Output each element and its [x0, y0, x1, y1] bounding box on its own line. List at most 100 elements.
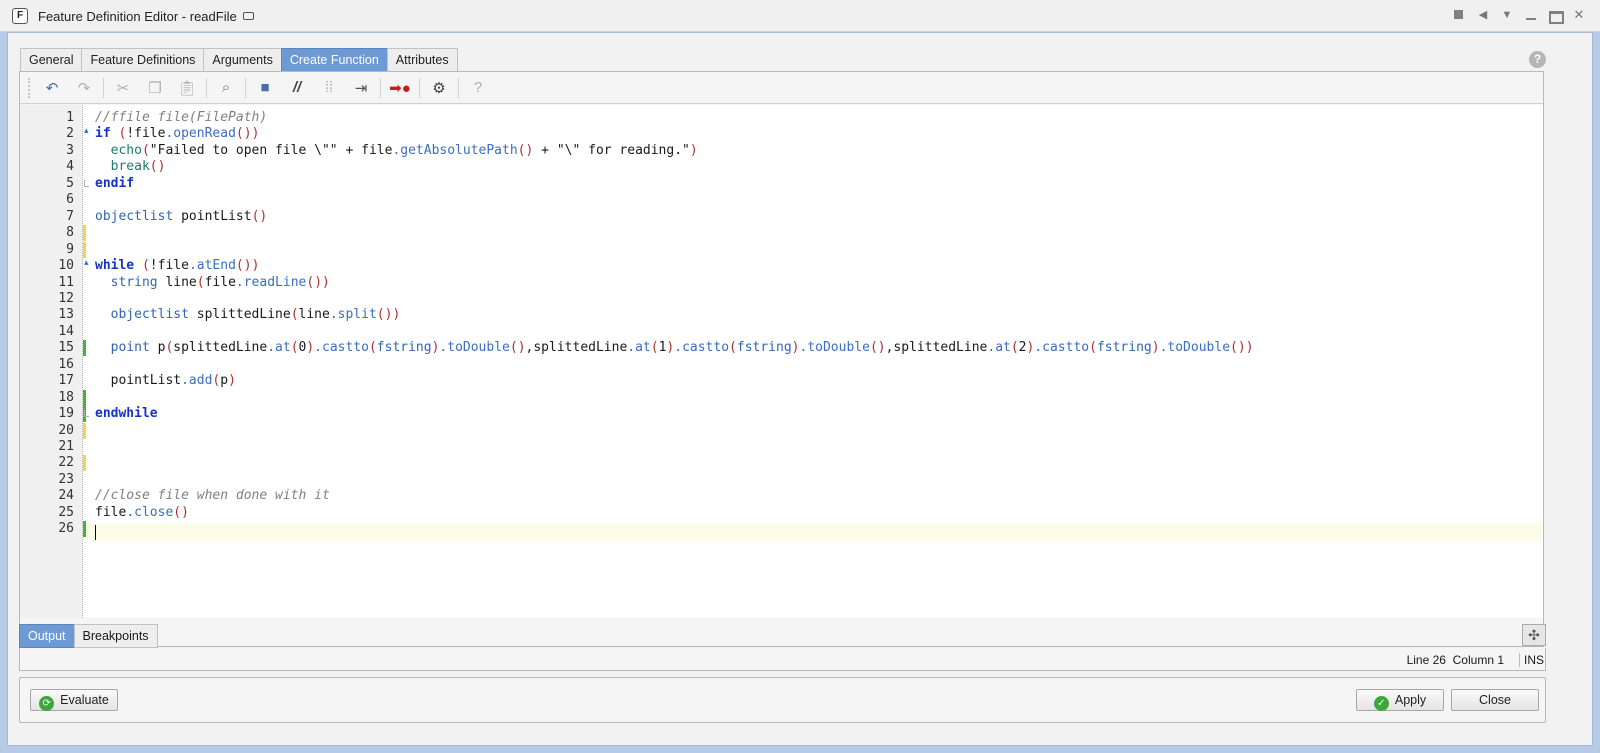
line-number: 21	[58, 439, 74, 454]
tab-arguments[interactable]: Arguments	[203, 48, 282, 72]
code-line[interactable]: point p(splittedLine.at(0).castto(fstrin…	[95, 340, 1254, 356]
toolbar-grip[interactable]	[28, 77, 32, 98]
tab-feature-definitions[interactable]: Feature Definitions	[81, 48, 205, 72]
dropdown-icon[interactable]: ▼	[1500, 8, 1514, 22]
fold-end-marker	[84, 179, 89, 187]
line-number: 7	[66, 208, 74, 224]
line-number: 9	[66, 241, 74, 257]
code-editor[interactable]: 1 2 3 4 5 6 7 8 9 10 11 12 13 14 15 16 17 18 19 20 21 22 23 24 2…	[20, 105, 1543, 618]
code-line[interactable]: objectlist splittedLine(line.split())	[95, 307, 401, 323]
code-line[interactable]: endwhile	[95, 406, 158, 422]
folder-icon[interactable]: ■	[252, 76, 278, 100]
paste-icon[interactable]: 📋︎	[174, 76, 200, 100]
code-line[interactable]: endif	[95, 176, 134, 192]
code-line[interactable]: while (!file.atEnd())	[95, 258, 259, 274]
create-function-panel: ↶ ↷ ✂ ❐ 📋︎ ⌕ ■ // ⁞⁞ ⇥ ➡● ⚙ ? 12 3456789 1	[19, 71, 1544, 647]
apply-button-label: Apply	[1394, 693, 1427, 707]
line-number: 3	[66, 142, 74, 158]
code-line[interactable]: file.close()	[95, 505, 189, 521]
window-title: Feature Definition Editor - readFile	[38, 9, 237, 24]
code-line[interactable]: objectlist pointList()	[95, 209, 267, 225]
fold-toggle-icon[interactable]: ▴	[84, 258, 89, 267]
line-number: 17	[58, 373, 74, 389]
stop-icon[interactable]	[1452, 8, 1466, 22]
line-number: 6	[66, 192, 74, 208]
close-window-button[interactable]	[1572, 8, 1586, 22]
text-caret	[95, 525, 96, 540]
code-line[interactable]: pointList.add(p)	[95, 373, 236, 389]
dialog-footer: ⟳ Evaluate ✓ Apply Close	[19, 677, 1546, 723]
tab-general[interactable]: General	[20, 48, 83, 72]
fold-toggle-icon[interactable]: ▴	[84, 126, 89, 135]
pin-icon[interactable]: ✣	[1522, 624, 1546, 646]
redo-icon[interactable]: ↷	[71, 76, 97, 100]
line-number: 5	[66, 175, 74, 191]
status-column-number: Column 1	[1452, 653, 1504, 667]
editor-window: F Feature Definition Editor - readFile ◀…	[0, 0, 1600, 753]
close-button[interactable]: Close	[1451, 689, 1539, 711]
code-line[interactable]: string line(file.readLine())	[95, 275, 330, 291]
help-icon[interactable]: ?	[465, 76, 491, 100]
saved-line-marker	[83, 340, 86, 357]
toolbar-separator	[458, 77, 459, 98]
status-bar: Line 26 Column 1 INS	[19, 651, 1546, 669]
settings-icon[interactable]: ⚙	[426, 76, 452, 100]
previous-icon[interactable]: ◀	[1476, 8, 1490, 22]
line-number: 10	[58, 258, 74, 274]
line-number: 19	[58, 406, 74, 422]
tab-create-function[interactable]: Create Function	[280, 48, 388, 72]
app-icon: F	[12, 8, 28, 24]
toolbar-separator	[245, 77, 246, 98]
line-number: 26	[58, 521, 74, 537]
apply-button[interactable]: ✓ Apply	[1356, 689, 1444, 711]
fold-column	[82, 105, 83, 618]
help-icon[interactable]: ?	[1529, 51, 1546, 68]
editor-toolbar: ↶ ↷ ✂ ❐ 📋︎ ⌕ ■ // ⁞⁞ ⇥ ➡● ⚙ ?	[20, 72, 1543, 104]
line-number: 8	[66, 225, 74, 241]
tab-breakpoints[interactable]: Breakpoints	[73, 624, 158, 648]
code-line[interactable]: echo("Failed to open file \"" + file.get…	[95, 143, 698, 159]
indent-icon[interactable]: ⇥	[348, 76, 374, 100]
top-tab-bar: General Feature Definitions Arguments Cr…	[20, 48, 458, 72]
line-number: 1	[66, 110, 74, 125]
line-number: 11	[58, 274, 74, 290]
tab-output[interactable]: Output	[19, 624, 75, 648]
window-controls: ◀ ▼	[1452, 8, 1586, 24]
code-line[interactable]: break()	[95, 159, 166, 175]
breakpoint-icon[interactable]: ➡●	[387, 76, 413, 100]
checkmark-icon: ✓	[1373, 696, 1389, 711]
maximize-button[interactable]	[1548, 8, 1564, 24]
undo-icon[interactable]: ↶	[39, 76, 65, 100]
line-number: 2	[66, 126, 74, 142]
cut-icon[interactable]: ✂	[110, 76, 136, 100]
code-line[interactable]: if (!file.openRead())	[95, 126, 259, 142]
cursor-position: Line 26 Column 1	[1407, 653, 1504, 667]
uncomment-icon[interactable]: ⁞⁞	[316, 76, 342, 100]
refresh-icon: ⟳	[39, 696, 55, 711]
line-number: 13	[58, 307, 74, 323]
saved-line-marker	[83, 389, 86, 406]
window-mode-icon[interactable]	[243, 12, 254, 20]
current-line-highlight	[86, 524, 1542, 541]
minimize-button[interactable]	[1524, 8, 1538, 22]
modified-line-marker	[83, 225, 86, 242]
title-bar: F Feature Definition Editor - readFile ◀…	[0, 0, 1600, 32]
insert-mode-indicator: INS	[1518, 653, 1544, 667]
line-number: 15	[58, 340, 74, 356]
line-number: 16	[58, 356, 74, 372]
comment-icon[interactable]: //	[284, 76, 310, 100]
line-number: 20	[58, 422, 74, 438]
evaluate-button[interactable]: ⟳ Evaluate	[30, 689, 118, 711]
copy-icon[interactable]: ❐	[142, 76, 168, 100]
code-line[interactable]: //close file when done with it	[95, 488, 330, 504]
line-number: 12	[58, 290, 74, 306]
close-button-label: Close	[1479, 693, 1511, 707]
find-icon[interactable]: ⌕	[213, 76, 239, 100]
status-line-number: Line 26	[1406, 653, 1446, 667]
tab-attributes[interactable]: Attributes	[386, 48, 458, 72]
line-number: 18	[58, 389, 74, 405]
modified-line-marker	[83, 422, 86, 439]
code-line[interactable]: //ffile file(FilePath)	[95, 110, 267, 126]
toolbar-separator	[206, 77, 207, 98]
evaluate-button-label: Evaluate	[60, 693, 109, 707]
